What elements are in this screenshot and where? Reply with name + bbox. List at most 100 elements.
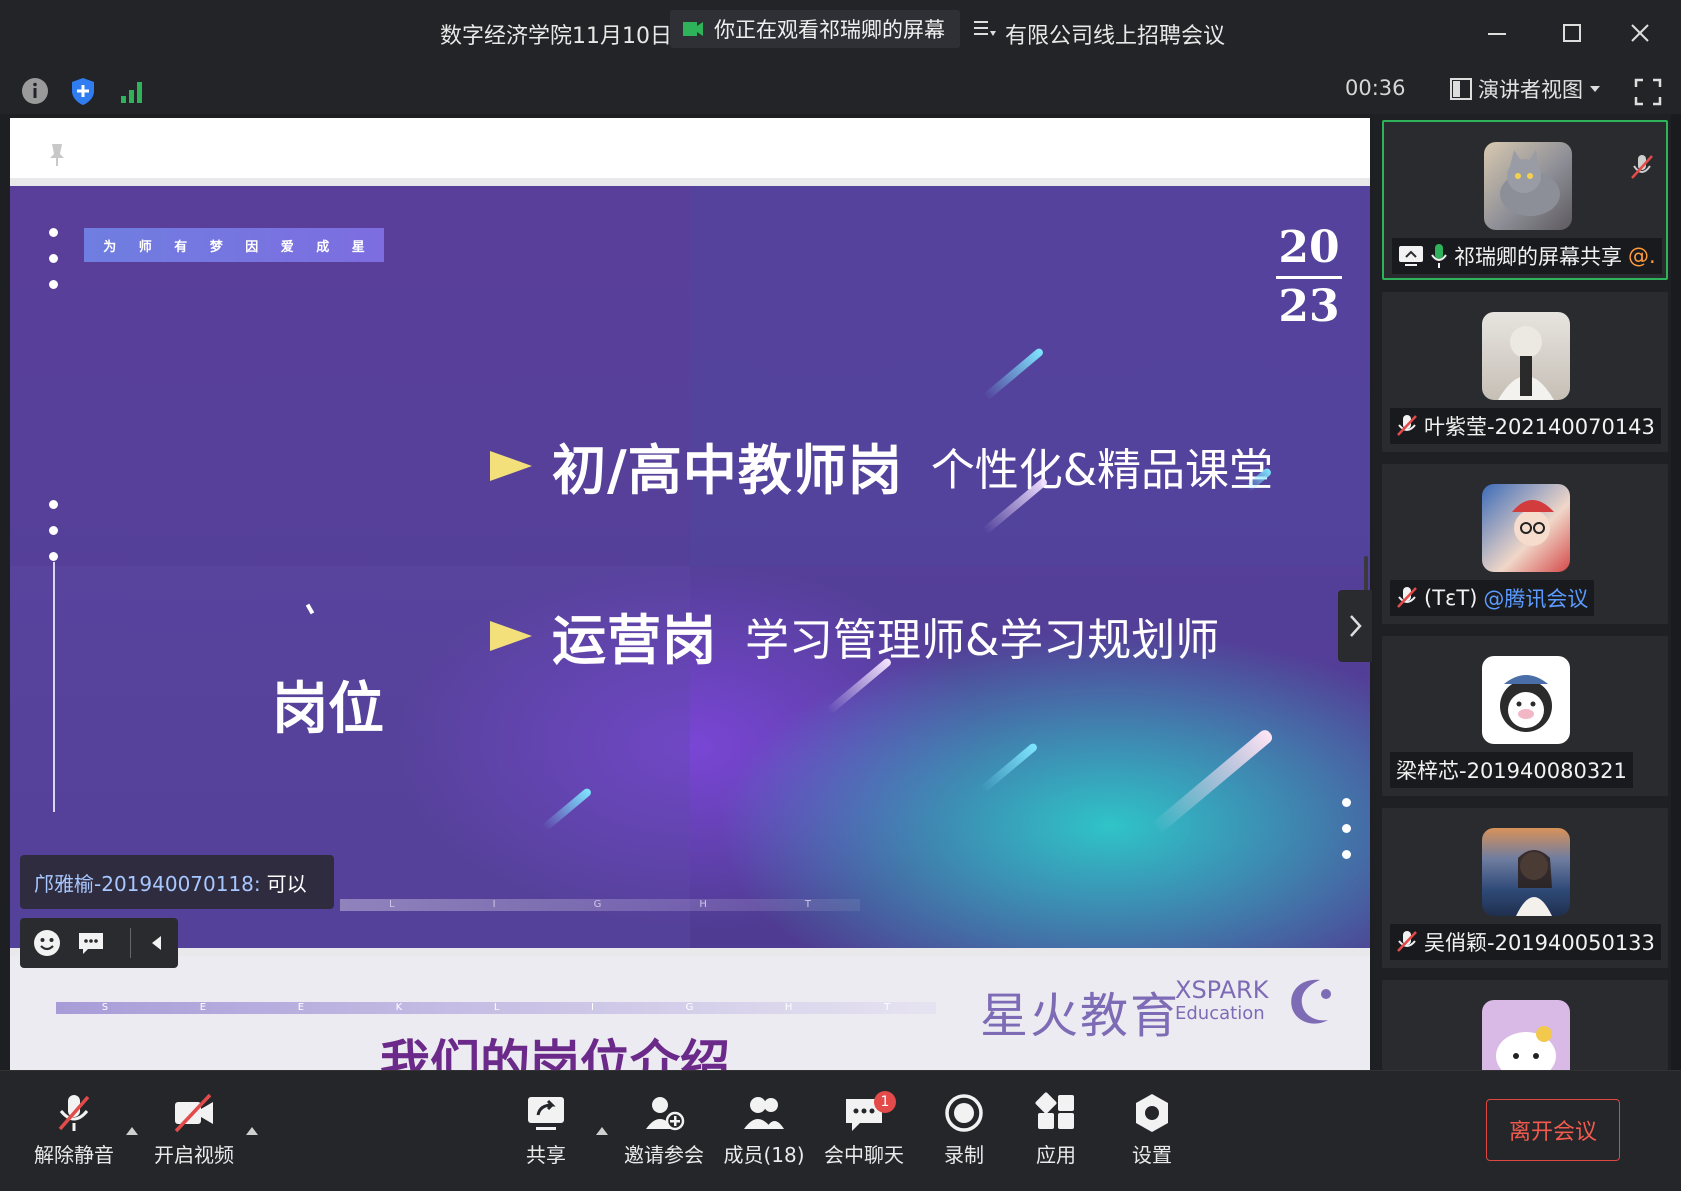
seek-letter: K [395,1002,403,1013]
next-slide-preview: S E E K L I G H T 星火教育 XSPARK Education … [10,956,1370,1070]
chat-message-bubble[interactable]: 邝雅榆-201940070118: 可以 [20,855,334,909]
participant-name: 叶紫莹-202140070143 [1424,415,1655,439]
participant-label: 叶紫莹-202140070143 [1390,408,1661,444]
position-row-operations: 运营岗 学习管理师&学习规划师 [490,596,1219,675]
apps-grid-icon [1035,1092,1074,1129]
gear-icon [1136,1094,1168,1132]
settings-button[interactable]: 设置 [1102,1079,1202,1183]
emoji-icon[interactable] [32,928,62,958]
participant-tile[interactable]: 叶紫莹-202140070143 [1382,292,1668,452]
camera-off-icon [174,1093,213,1133]
people-icon [744,1097,784,1129]
participant-name: (TεT) [1424,586,1478,610]
participant-tile[interactable]: 梁梓芯-201940080321 [1382,636,1668,796]
panel-toggle-button[interactable] [1338,590,1372,662]
decor-dot [49,526,58,535]
mic-off-icon [58,1095,90,1131]
participant-suffix: @腾讯会议 [1483,587,1589,611]
meteor-decor [1150,727,1275,835]
record-button[interactable]: 录制 [914,1079,1014,1183]
list-icon[interactable] [970,15,998,43]
info-icon[interactable] [20,76,50,106]
mic-on-icon [1431,244,1447,268]
chat-sender: 邝雅榆-201940070118: [34,871,261,896]
year-bottom: 23 [1278,281,1340,332]
light-letter: H [699,899,707,910]
section-title: 岗位 [272,677,384,742]
tagline-char: 因 [245,239,259,255]
video-options-caret[interactable] [246,1127,258,1135]
decor-dot [1342,824,1351,833]
mic-off-icon [1397,415,1417,436]
seek-letter: T [884,1002,891,1013]
year-divider [1276,276,1342,279]
maximize-icon[interactable] [1555,16,1589,50]
title-bar: 数字经济学院11月10日 有限公司线上招聘会议 你正在观看祁瑞卿的屏幕 [0,0,1681,65]
viewing-screen-banner: 你正在观看祁瑞卿的屏幕 [670,10,960,48]
position-title: 运营岗 [552,609,717,672]
participant-tile[interactable]: 祁瑞卿的屏幕共享 @. [1382,120,1668,280]
slide-tagline: 为 师 有 梦 因 爱 成 星 [84,228,384,262]
leave-meeting-button[interactable]: 离开会议 [1486,1099,1620,1161]
share-label: 共享 [526,1143,566,1167]
presenter-view-icon [1450,78,1472,100]
start-video-button[interactable]: 开启视频 [144,1079,244,1183]
share-options-caret[interactable] [596,1127,608,1135]
avatar [1482,484,1570,572]
invite-button[interactable]: 邀请参会 [614,1079,714,1183]
collapse-left-icon[interactable] [142,928,172,958]
brand-logo-en-line2: Education [1175,1003,1265,1024]
bullet-triangle [490,620,532,651]
participant-tile[interactable] [1382,980,1668,1070]
meeting-title-left: 数字经济学院11月10日 [440,24,672,49]
members-label: 成员(18) [723,1143,805,1167]
brand-logo-text: 星火教育 [980,988,1181,1044]
decor-dot [1342,850,1351,859]
panel-scrollbar[interactable] [1671,114,1681,1070]
mic-off-icon [1397,587,1417,608]
seek-letter: E [297,1002,305,1013]
audio-options-caret[interactable] [126,1127,138,1135]
apps-button[interactable]: 应用 [1006,1079,1106,1183]
shared-screen: 为 师 有 梦 因 爱 成 星 20 23 初/高中教师岗 个性化&精品课堂 运… [10,118,1370,1070]
person-avatar-icon [1512,500,1554,546]
seek-letter: G [685,1002,694,1013]
participant-tile[interactable]: (TεT) @腾讯会议 [1382,464,1668,624]
participant-tile[interactable]: 吴俏颖-201940050133 [1382,808,1668,968]
invite-label: 邀请参会 [624,1143,704,1167]
brand-logo-english: XSPARK Education [1175,978,1268,1026]
fullscreen-icon[interactable] [1633,77,1663,107]
chat-button[interactable]: 1 会中聊天 [814,1079,914,1183]
year-top: 20 [1278,222,1340,273]
participant-panel: 祁瑞卿的屏幕共享 @. 叶紫莹-202140070143 (TεT) @腾讯会议 梁… [1374,114,1681,1070]
divider [130,928,131,958]
tagline-char: 师 [138,239,152,255]
position-title: 初/高中教师岗 [552,439,903,502]
minimize-icon[interactable] [1480,16,1514,50]
chevron-right-icon [1350,615,1362,637]
seek-letter: H [784,1002,793,1013]
tagline-char: 星 [351,239,365,255]
unmute-label: 解除静音 [34,1143,114,1167]
decor-dot [49,228,58,237]
record-label: 录制 [944,1143,984,1167]
decor-dot [1342,798,1351,807]
meeting-title-right: 有限公司线上招聘会议 [1005,24,1226,49]
chat-bubble-icon[interactable] [76,928,106,958]
year-badge: 20 23 [1270,222,1348,333]
participant-label: (TεT) @腾讯会议 [1390,580,1595,616]
members-button[interactable]: 成员(18) [714,1079,814,1183]
unmute-button[interactable]: 解除静音 [24,1079,124,1183]
next-slide-headline: 我们的岗位介绍 [380,1035,730,1070]
avatar [1482,1000,1570,1070]
light-letter: T [804,899,811,910]
shield-icon[interactable] [68,76,98,106]
slide-header-strip [10,118,1370,178]
view-mode-dropdown[interactable]: 演讲者视图 [1450,74,1601,104]
close-icon[interactable] [1623,16,1657,50]
chat-unread-badge: 1 [874,1091,896,1113]
participant-label: 梁梓芯-201940080321 [1390,752,1633,788]
signal-icon[interactable] [118,76,148,106]
chat-text: 可以 [266,871,307,896]
share-button[interactable]: 共享 [496,1079,596,1183]
